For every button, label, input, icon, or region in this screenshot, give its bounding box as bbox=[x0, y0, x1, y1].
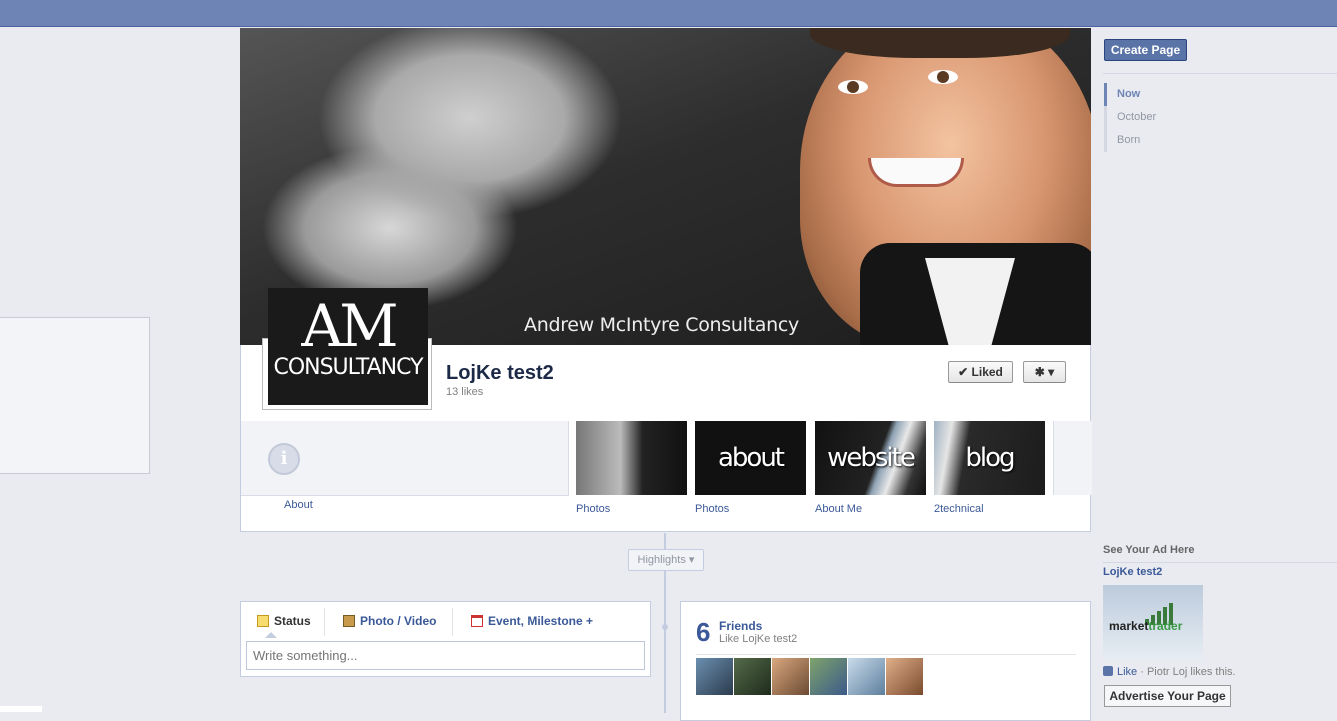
apps-row: i About Photos about Photos website Abou… bbox=[240, 421, 1092, 532]
friend-avatar[interactable] bbox=[886, 658, 923, 695]
create-page-button[interactable]: Create Page bbox=[1104, 39, 1187, 61]
timeline-dot bbox=[662, 624, 668, 630]
app-tile-word: about bbox=[717, 443, 785, 473]
cover-caption: Andrew McIntyre Consultancy bbox=[524, 314, 799, 336]
friend-avatar[interactable] bbox=[772, 658, 809, 695]
cover-smile bbox=[868, 158, 964, 187]
tab-separator bbox=[452, 608, 453, 636]
friends-subtitle: Like LojKe test2 bbox=[719, 633, 798, 645]
about-tile[interactable]: i bbox=[241, 421, 569, 496]
ad-like-link[interactable]: Like bbox=[1117, 666, 1137, 678]
ad-like-line: Like · Piotr Loj likes this. bbox=[1103, 666, 1236, 678]
liked-button[interactable]: ✔ Liked bbox=[948, 361, 1013, 383]
timeline-nav-born[interactable]: Born bbox=[1104, 129, 1224, 152]
status-composer: Status Photo / Video Event, Milestone + bbox=[240, 601, 651, 677]
liked-label: Liked bbox=[971, 365, 1003, 379]
profile-picture-logo[interactable]: AM CONSULTANCY bbox=[268, 288, 428, 405]
ad-image[interactable]: markettrader bbox=[1103, 585, 1203, 660]
about-link[interactable]: About bbox=[284, 499, 313, 511]
friend-avatar[interactable] bbox=[810, 658, 847, 695]
app-tile-website[interactable]: website bbox=[815, 421, 926, 495]
timeline-nav: Now October Born bbox=[1104, 83, 1224, 152]
tab-photo-video[interactable]: Photo / Video bbox=[343, 614, 436, 628]
app-tile-word: blog bbox=[965, 443, 1015, 473]
apps-next-tile[interactable] bbox=[1053, 421, 1092, 495]
note-icon bbox=[257, 615, 269, 627]
left-panel bbox=[0, 317, 150, 474]
timeline-nav-now[interactable]: Now bbox=[1104, 83, 1224, 106]
top-bar bbox=[0, 0, 1337, 27]
gear-icon: ✱ ▾ bbox=[1034, 365, 1055, 379]
app-tile-photos[interactable] bbox=[576, 421, 687, 495]
ad-like-text: · Piotr Loj likes this. bbox=[1137, 666, 1236, 678]
tab-status-label: Status bbox=[274, 614, 311, 628]
app-tile-about[interactable]: about bbox=[695, 421, 806, 495]
tab-photo-label: Photo / Video bbox=[360, 614, 437, 628]
cover-eye-left bbox=[838, 80, 868, 94]
ad-heading[interactable]: See Your Ad Here bbox=[1103, 544, 1195, 556]
highlights-dropdown[interactable]: Highlights ▾ bbox=[628, 549, 704, 571]
camera-icon bbox=[343, 615, 355, 627]
advertise-page-button[interactable]: Advertise Your Page bbox=[1104, 685, 1231, 707]
app-tile-blog[interactable]: blog bbox=[934, 421, 1045, 495]
logo-am: AM bbox=[301, 292, 398, 360]
friends-count: 6 bbox=[696, 617, 711, 647]
friend-avatar[interactable] bbox=[696, 658, 733, 695]
active-tab-caret bbox=[265, 632, 277, 638]
ad-image-text: markettrader bbox=[1109, 619, 1182, 633]
tab-status[interactable]: Status bbox=[257, 614, 311, 628]
tab-separator bbox=[324, 608, 325, 636]
friends-box: 6 Friends Like LojKe test2 bbox=[680, 601, 1091, 721]
check-icon: ✔ bbox=[958, 365, 969, 379]
ad-image-text-b: trader bbox=[1148, 619, 1183, 633]
friends-title-link[interactable]: Friends bbox=[719, 619, 762, 633]
app-label-about-me[interactable]: About Me bbox=[815, 503, 862, 515]
app-label-photos-2[interactable]: Photos bbox=[695, 503, 729, 515]
sidebar-divider bbox=[1103, 73, 1337, 74]
app-tile-word: website bbox=[827, 443, 916, 473]
cover-eye-right bbox=[928, 70, 958, 84]
tab-event-label: Event, Milestone + bbox=[488, 614, 594, 628]
friends-divider bbox=[696, 654, 1076, 655]
friend-avatar[interactable] bbox=[848, 658, 885, 695]
friend-avatar[interactable] bbox=[734, 658, 771, 695]
bottom-corner bbox=[0, 706, 42, 712]
timeline-nav-october[interactable]: October bbox=[1104, 106, 1224, 129]
ad-title[interactable]: LojKe test2 bbox=[1103, 566, 1162, 578]
logo-consultancy: CONSULTANCY bbox=[273, 355, 423, 380]
status-input[interactable] bbox=[246, 641, 645, 670]
page-title[interactable]: LojKe test2 bbox=[446, 362, 554, 385]
friends-thumbnails bbox=[696, 658, 923, 695]
app-label-2technical[interactable]: 2technical bbox=[934, 503, 984, 515]
tab-event-milestone[interactable]: Event, Milestone + bbox=[471, 614, 593, 628]
settings-button[interactable]: ✱ ▾ bbox=[1023, 361, 1066, 383]
calendar-icon bbox=[471, 615, 483, 627]
info-icon: i bbox=[268, 443, 300, 475]
ad-divider bbox=[1103, 562, 1337, 563]
thumbs-up-icon bbox=[1103, 666, 1113, 676]
app-label-photos[interactable]: Photos bbox=[576, 503, 610, 515]
ad-image-text-a: market bbox=[1109, 619, 1149, 633]
page-likes-count: 13 likes bbox=[446, 386, 484, 398]
